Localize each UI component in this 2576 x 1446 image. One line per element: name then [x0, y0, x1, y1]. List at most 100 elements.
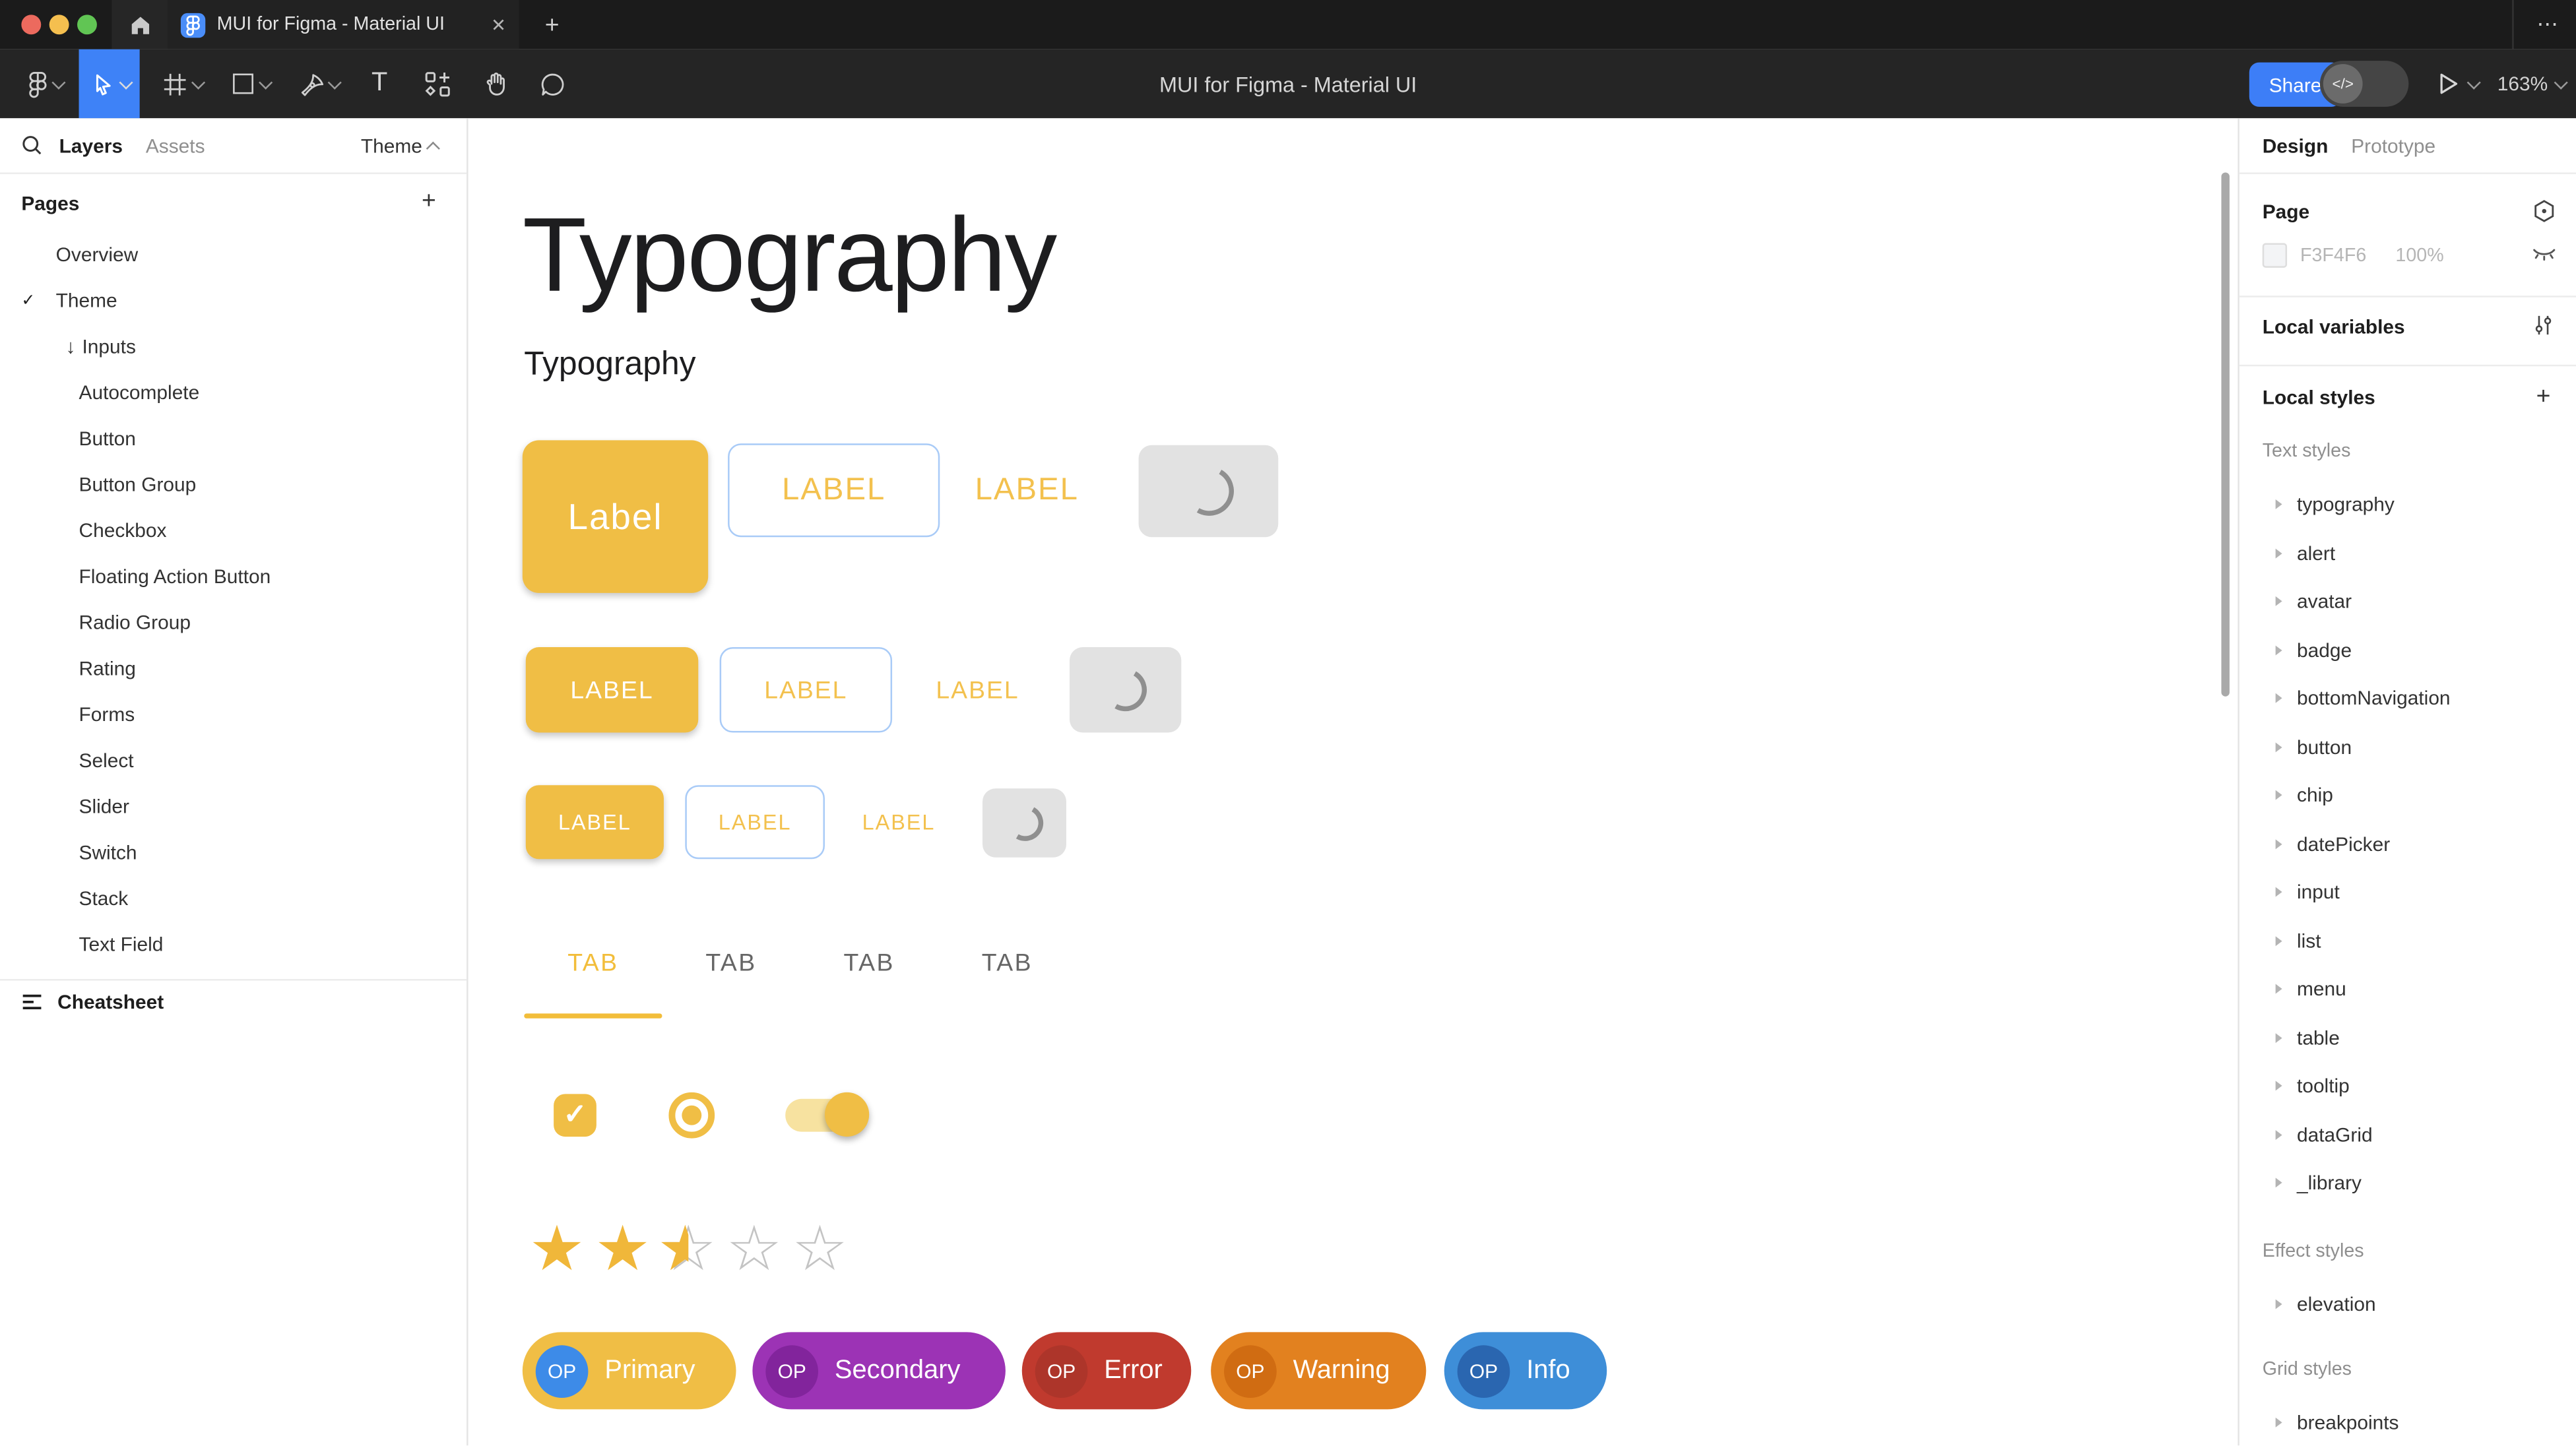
- canvas[interactable]: Typography Typography Label LABEL LABEL …: [468, 118, 2238, 1445]
- star-half-icon[interactable]: ☆★: [657, 1216, 720, 1285]
- local-styles-header[interactable]: Local styles: [2263, 386, 2375, 409]
- theme-frame-selector[interactable]: Theme: [361, 118, 440, 174]
- canvas-scrollbar[interactable]: [2221, 172, 2229, 696]
- add-page-button[interactable]: +: [412, 184, 445, 217]
- star-full-icon[interactable]: ★: [526, 1216, 589, 1285]
- chip-error[interactable]: OP Error: [1022, 1332, 1191, 1409]
- sidebar-item-cheatsheet[interactable]: Cheatsheet: [0, 986, 467, 1019]
- tab-close-icon[interactable]: ✕: [491, 14, 506, 35]
- text-button-large[interactable]: LABEL: [961, 443, 1093, 537]
- tab-item-4[interactable]: TAB: [958, 939, 1056, 989]
- disclosure-triangle-icon[interactable]: [2276, 936, 2282, 946]
- outlined-button-small[interactable]: LABEL: [685, 785, 825, 859]
- text-style-badge[interactable]: badge: [2239, 636, 2576, 666]
- disclosure-triangle-icon[interactable]: [2276, 499, 2282, 509]
- disclosure-triangle-icon[interactable]: [2276, 984, 2282, 994]
- sidebar-item-fab[interactable]: Floating Action Button: [0, 562, 467, 592]
- disclosure-triangle-icon[interactable]: [2276, 790, 2282, 800]
- local-variables-header[interactable]: Local variables: [2263, 315, 2405, 338]
- switch-on[interactable]: [785, 1092, 870, 1139]
- hand-tool-button[interactable]: [468, 49, 521, 119]
- disclosure-triangle-icon[interactable]: [2276, 1081, 2282, 1090]
- disclosure-triangle-icon[interactable]: [2276, 596, 2282, 606]
- file-tab[interactable]: MUI for Figma - Material UI ✕: [168, 0, 519, 49]
- loading-button-medium[interactable]: [1070, 647, 1181, 732]
- sidebar-item-select[interactable]: Select: [0, 745, 467, 775]
- traffic-light-zoom-button[interactable]: [77, 15, 97, 34]
- sidebar-item-checkbox[interactable]: Checkbox: [0, 516, 467, 546]
- effect-style-elevation[interactable]: elevation: [2239, 1290, 2576, 1319]
- disclosure-triangle-icon[interactable]: [2276, 1033, 2282, 1043]
- sidebar-item-button-group[interactable]: Button Group: [0, 470, 467, 499]
- contained-button-medium[interactable]: LABEL: [526, 647, 698, 732]
- disclosure-triangle-icon[interactable]: [2276, 1418, 2282, 1428]
- toggle-visibility-button[interactable]: [2530, 241, 2557, 268]
- actions-tool-button[interactable]: [411, 49, 464, 119]
- rating-2-5-stars[interactable]: ★ ★ ☆★ ☆ ☆: [526, 1216, 851, 1285]
- text-style-table[interactable]: table: [2239, 1023, 2576, 1053]
- sidebar-item-rating[interactable]: Rating: [0, 654, 467, 683]
- star-empty-icon[interactable]: ☆: [789, 1216, 851, 1285]
- chip-warning[interactable]: OP Warning: [1211, 1332, 1426, 1409]
- pen-tool-button[interactable]: [291, 49, 347, 119]
- disclosure-triangle-icon[interactable]: [2276, 839, 2282, 849]
- loading-button-small[interactable]: [982, 788, 1066, 858]
- contained-button-small[interactable]: LABEL: [526, 785, 664, 859]
- text-style-button[interactable]: button: [2239, 733, 2576, 763]
- sidebar-item-slider[interactable]: Slider: [0, 792, 467, 821]
- disclosure-triangle-icon[interactable]: [2276, 646, 2282, 656]
- new-tab-button[interactable]: +: [534, 7, 570, 43]
- text-style-date-picker[interactable]: datePicker: [2239, 829, 2576, 859]
- radio-selected[interactable]: [668, 1092, 715, 1139]
- search-button[interactable]: [21, 135, 42, 156]
- page-fill-swatch[interactable]: [2263, 243, 2287, 268]
- text-style-typography[interactable]: typography: [2239, 489, 2576, 519]
- zoom-menu[interactable]: 163%: [2497, 49, 2564, 119]
- sidebar-item-overview[interactable]: Overview: [0, 240, 467, 270]
- loading-button-large[interactable]: [1139, 445, 1279, 537]
- tab-prototype[interactable]: Prototype: [2351, 134, 2435, 157]
- open-variables-button[interactable]: [2530, 312, 2557, 338]
- sidebar-item-stack[interactable]: Stack: [0, 884, 467, 914]
- move-tool-button[interactable]: [79, 49, 140, 119]
- contained-button-large[interactable]: Label: [523, 440, 708, 593]
- text-tool-button[interactable]: T: [355, 49, 404, 119]
- comment-tool-button[interactable]: [526, 49, 579, 119]
- apply-style-button[interactable]: [2530, 197, 2557, 224]
- text-style-chip[interactable]: chip: [2239, 780, 2576, 810]
- window-menu-button[interactable]: ⋯: [2527, 0, 2570, 49]
- sidebar-item-radio-group[interactable]: Radio Group: [0, 608, 467, 637]
- text-style-tooltip[interactable]: tooltip: [2239, 1071, 2576, 1100]
- text-style-library[interactable]: _library: [2239, 1168, 2576, 1197]
- tab-layers[interactable]: Layers: [59, 134, 123, 157]
- home-button[interactable]: [112, 0, 168, 49]
- text-style-avatar[interactable]: avatar: [2239, 586, 2576, 616]
- page-fill-opacity[interactable]: 100%: [2395, 247, 2443, 267]
- sidebar-item-theme[interactable]: ✓Theme: [0, 286, 467, 315]
- disclosure-triangle-icon[interactable]: [2276, 742, 2282, 752]
- disclosure-triangle-icon[interactable]: [2276, 1300, 2282, 1309]
- sidebar-item-switch[interactable]: Switch: [0, 838, 467, 867]
- outlined-button-large[interactable]: LABEL: [728, 443, 940, 537]
- disclosure-triangle-icon[interactable]: [2276, 549, 2282, 559]
- dev-mode-toggle[interactable]: </>: [2320, 61, 2408, 107]
- text-style-alert[interactable]: alert: [2239, 539, 2576, 569]
- tab-item-1[interactable]: TAB: [544, 939, 642, 989]
- disclosure-triangle-icon[interactable]: [2276, 887, 2282, 897]
- page-fill-hex[interactable]: F3F4F6: [2300, 247, 2366, 267]
- tab-item-3[interactable]: TAB: [820, 939, 918, 989]
- sidebar-item-forms[interactable]: Forms: [0, 700, 467, 730]
- text-style-data-grid[interactable]: dataGrid: [2239, 1120, 2576, 1150]
- add-style-button[interactable]: +: [2530, 383, 2557, 409]
- text-button-small[interactable]: LABEL: [849, 785, 948, 859]
- traffic-light-close-button[interactable]: [21, 15, 41, 34]
- sidebar-item-button[interactable]: Button: [0, 424, 467, 453]
- text-style-menu[interactable]: menu: [2239, 974, 2576, 1004]
- disclosure-triangle-icon[interactable]: [2276, 1178, 2282, 1187]
- disclosure-triangle-icon[interactable]: [2276, 1130, 2282, 1140]
- grid-style-breakpoints[interactable]: breakpoints: [2239, 1408, 2576, 1437]
- tab-assets[interactable]: Assets: [146, 134, 205, 157]
- chip-secondary[interactable]: OP Secondary: [752, 1332, 1005, 1409]
- sidebar-item-inputs[interactable]: ↓Inputs: [0, 332, 467, 362]
- disclosure-triangle-icon[interactable]: [2276, 693, 2282, 703]
